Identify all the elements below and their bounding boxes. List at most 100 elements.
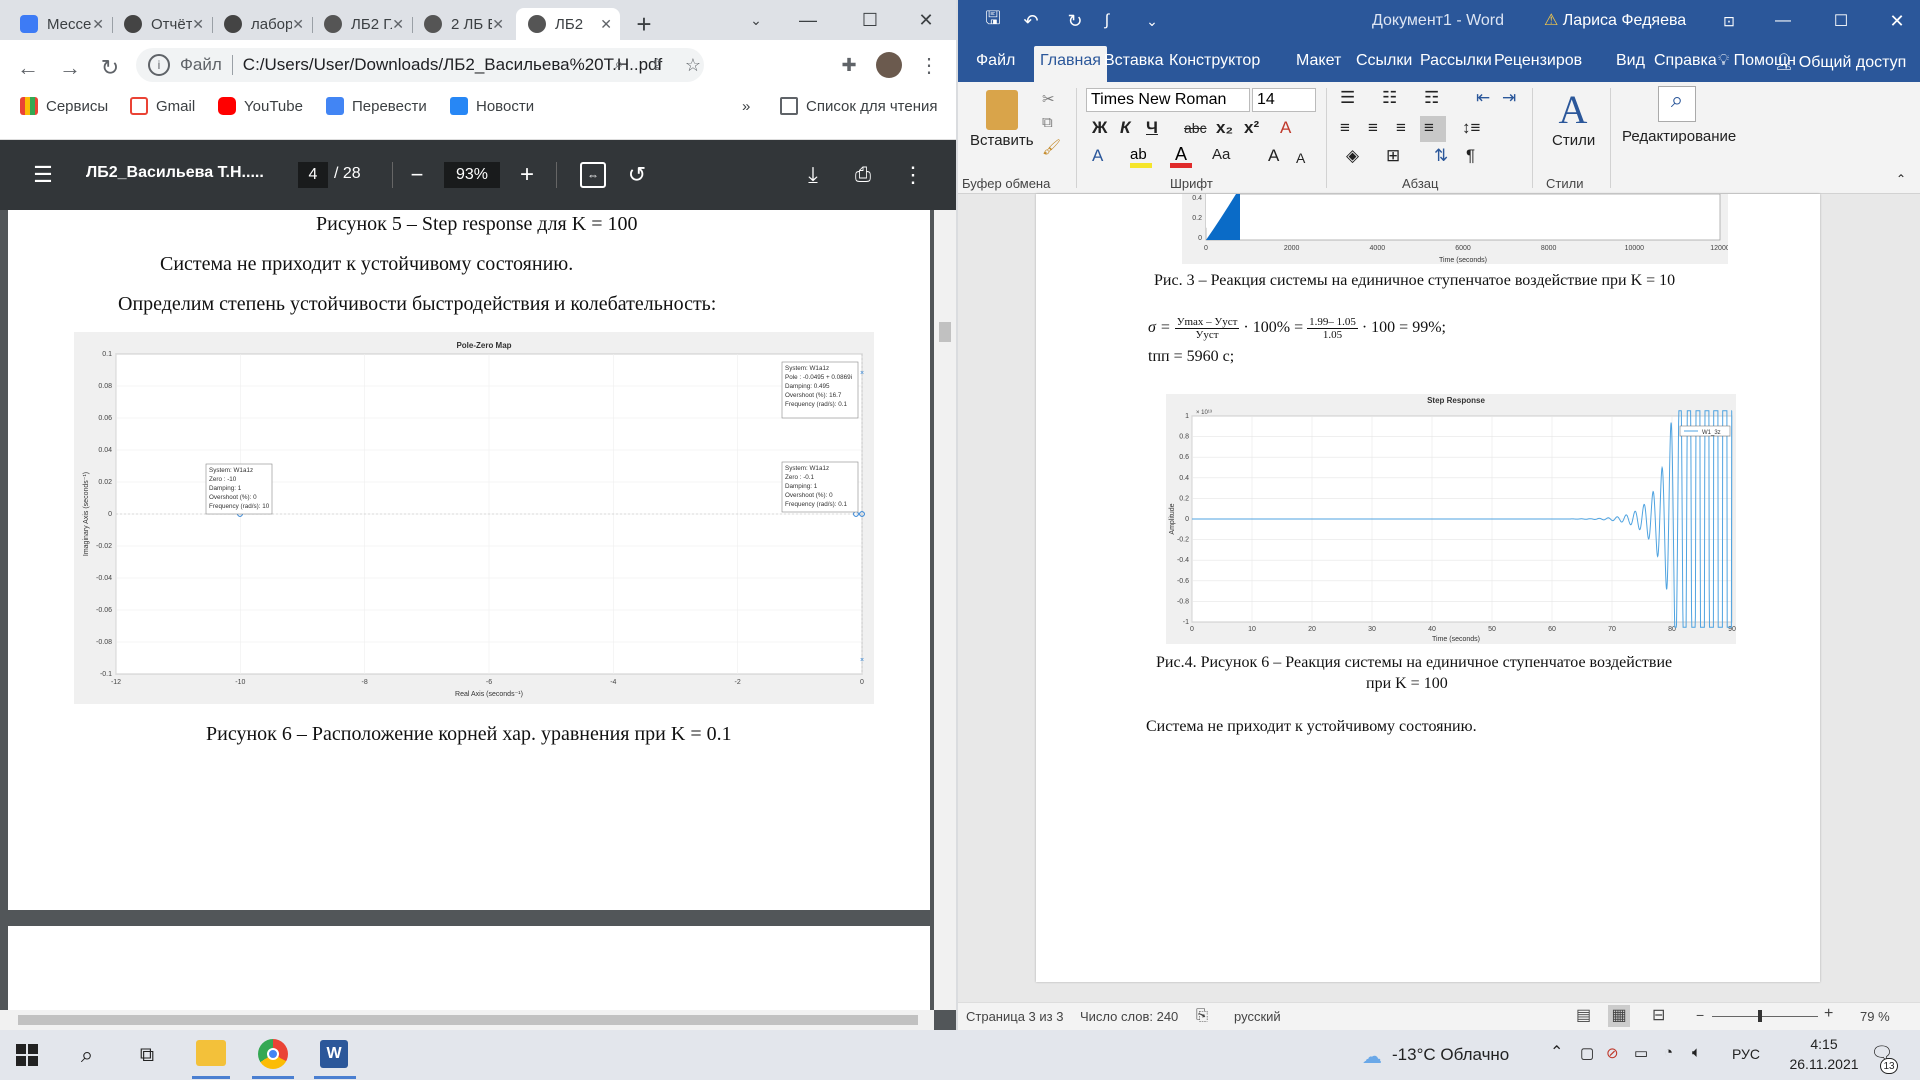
menu-icon[interactable]: ⋮ [916,52,942,78]
bookmark-news[interactable]: Новости [450,94,534,118]
zoom-in-icon[interactable]: + [514,161,540,188]
profile-avatar[interactable] [876,52,902,78]
back-icon[interactable]: ← [14,54,42,82]
download-icon[interactable]: ⤓ [800,162,826,188]
undo-icon[interactable]: ↶ [1020,10,1042,32]
increase-indent-icon[interactable]: ⇥ [1502,88,1516,108]
tab-review[interactable]: Рецензиров [1494,52,1582,70]
zoom-slider[interactable] [1712,1016,1818,1017]
save-icon[interactable]: 🖫 [982,8,1004,32]
bookmark-gmail[interactable]: Gmail [130,94,195,118]
tab-close-icon[interactable]: ✕ [392,16,404,33]
bookmark-apps[interactable]: Сервисы [20,94,108,118]
align-left-icon[interactable]: ≡ [1340,118,1350,138]
text-effects-icon[interactable]: A [1092,146,1103,166]
print-layout-icon[interactable]: ▦ [1608,1005,1630,1027]
bullets-icon[interactable]: ☰ [1340,88,1355,108]
italic-button[interactable]: К [1120,118,1130,138]
weather-text[interactable]: -13°C Облачно [1392,1045,1509,1065]
tray-network-warning-icon[interactable]: ⊘ [1606,1044,1619,1062]
language[interactable]: русский [1234,1009,1281,1024]
numbering-icon[interactable]: ☷ [1382,88,1397,108]
zoom-level[interactable]: 79 % [1860,1009,1890,1024]
tab-messenger[interactable]: Мессен✕ [8,8,112,40]
line-spacing-icon[interactable]: ↕≡ [1462,118,1480,138]
share-button[interactable]: 👤︎ Общий доступ [1774,52,1906,72]
user-account[interactable]: ⚠ Лариса Федяева [1544,10,1686,30]
zoom-out-icon[interactable]: − [404,162,430,188]
underline-button[interactable]: Ч [1146,118,1158,138]
word-icon[interactable]: W [320,1040,348,1068]
font-size-box[interactable]: 14 [1252,88,1316,112]
bookmark-star-icon[interactable]: ☆ [682,54,704,76]
scroll-thumb[interactable] [18,1015,918,1025]
read-mode-icon[interactable]: ▤ [1576,1005,1591,1025]
tab-help[interactable]: Справка [1654,52,1717,70]
subscript-button[interactable]: x₂ [1216,118,1233,138]
styles-button[interactable]: Стили [1552,132,1595,149]
address-bar[interactable]: i Файл C:/Users/User/Downloads/ЛБ2_Васил… [136,48,704,82]
clock-time[interactable]: 4:15 [1794,1036,1854,1052]
zoom-icon[interactable]: ⌕ [608,54,630,76]
superscript-button[interactable]: x² [1244,118,1259,138]
bold-button[interactable]: Ж [1092,118,1107,138]
editing-button[interactable]: Редактирование [1622,128,1736,145]
web-layout-icon[interactable]: ⊟ [1652,1005,1665,1025]
tab-close-icon[interactable]: ✕ [192,16,204,33]
tab-layout[interactable]: Макет [1296,52,1341,70]
minimize-button[interactable]: — [1772,10,1794,32]
customize-qat-icon[interactable]: ⌄ [1144,10,1160,32]
tab-close-icon[interactable]: ✕ [292,16,304,33]
paste-button[interactable]: Вставить [970,132,1034,149]
sort-icon[interactable]: ⇅ [1434,146,1448,166]
zoom-slider-thumb[interactable] [1758,1010,1762,1022]
zoom-out-icon[interactable]: − [1696,1007,1704,1023]
new-tab-button[interactable]: + [630,9,658,39]
document-page[interactable]: 0.4 0.2 0 0 2000 4000 6000 8000 10000 12000 Time… [1036,194,1820,982]
clock-date[interactable]: 26.11.2021 [1774,1056,1874,1072]
minimize-button[interactable]: — [788,6,828,34]
reading-list[interactable]: Список для чтения [780,94,938,118]
file-explorer-icon[interactable] [196,1040,226,1066]
tab-close-icon[interactable]: ✕ [600,16,612,33]
task-view-icon[interactable]: ⧉ [134,1042,160,1068]
battery-icon[interactable]: ▭ [1634,1044,1648,1062]
share-icon[interactable]: ⇪ [646,54,668,76]
tab-close-icon[interactable]: ✕ [492,16,504,33]
borders-icon[interactable]: ⊞ [1386,146,1400,166]
page-number-input[interactable]: 4 [298,162,328,188]
tab-lab[interactable]: лабора✕ [212,8,312,40]
page-count[interactable]: Страница 3 из 3 [966,1009,1063,1024]
change-case-icon[interactable]: Aa [1212,146,1230,163]
tab-view[interactable]: Вид [1616,52,1645,70]
highlight-icon[interactable]: ab [1130,146,1152,168]
strikethrough-button[interactable]: abc [1184,120,1207,136]
cut-icon[interactable]: ✂ [1042,90,1055,108]
zoom-in-icon[interactable]: + [1824,1005,1833,1023]
tab-reports[interactable]: Отчёты✕ [112,8,212,40]
bookmark-youtube[interactable]: YouTube [218,94,303,118]
grow-font-icon[interactable]: A [1268,146,1279,166]
paste-icon[interactable] [986,90,1018,130]
equation-icon[interactable]: ∫ [1096,10,1118,32]
collapse-ribbon-icon[interactable]: ⌃ [1896,172,1906,186]
maximize-button[interactable]: ☐ [1830,10,1852,32]
input-language[interactable]: РУС [1732,1046,1760,1062]
close-button[interactable]: ✕ [1886,10,1908,32]
pdf-horizontal-scrollbar[interactable] [0,1010,934,1030]
bookmark-translate[interactable]: Перевести [326,94,427,118]
hamburger-menu-icon[interactable]: ☰ [30,162,56,188]
bookmarks-overflow[interactable]: » [742,94,750,118]
search-icon[interactable]: ⌕ [1658,86,1696,122]
tab-close-icon[interactable]: ✕ [92,16,104,33]
forward-icon[interactable]: → [56,54,84,82]
volume-icon[interactable]: 🔈︎ [1692,1044,1701,1061]
tab-2lb[interactable]: 2 ЛБ Ви✕ [412,8,512,40]
tab-home[interactable]: Главная [1034,46,1107,82]
proofing-icon[interactable]: ⎘ [1196,1007,1208,1024]
print-icon[interactable]: ⎙ [850,162,876,188]
align-center-icon[interactable]: ≡ [1368,118,1378,138]
fit-page-icon[interactable]: ⇔ [580,162,606,188]
chrome-icon[interactable] [258,1039,288,1069]
font-name-box[interactable]: Times New Roman [1086,88,1250,112]
